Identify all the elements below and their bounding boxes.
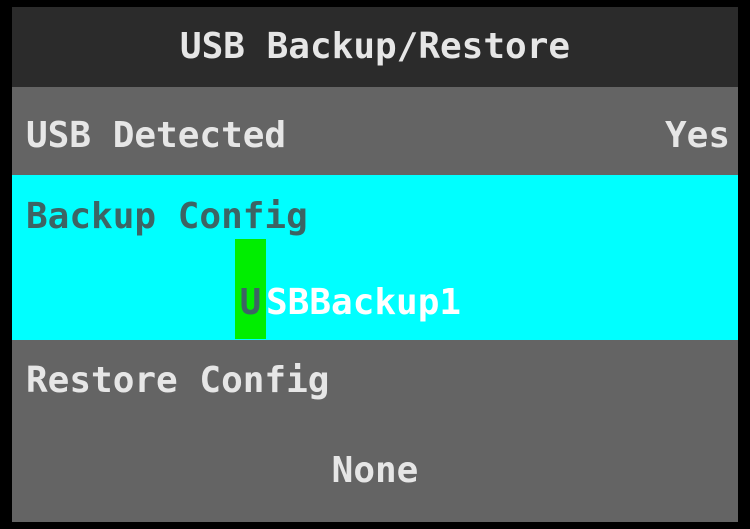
backup-filename-field[interactable]: U SBBackup1 — [235, 239, 461, 339]
usb-detected-value: Yes — [664, 115, 730, 156]
usb-backup-restore-screen: USB Backup/Restore USB Detected Yes Back… — [0, 0, 750, 529]
restore-config-label[interactable]: Restore Config — [26, 357, 329, 405]
restore-config-value[interactable]: None — [12, 447, 738, 495]
backup-config-item[interactable]: Backup Config U SBBackup1 — [12, 175, 738, 340]
screen-title: USB Backup/Restore — [12, 7, 738, 87]
backup-filename-text: SBBackup1 — [266, 282, 462, 323]
backup-config-label: Backup Config — [26, 196, 308, 237]
edit-cursor-character[interactable]: U — [235, 239, 266, 339]
usb-detected-label: USB Detected — [26, 115, 287, 156]
usb-detected-row: USB Detected Yes — [12, 95, 738, 177]
